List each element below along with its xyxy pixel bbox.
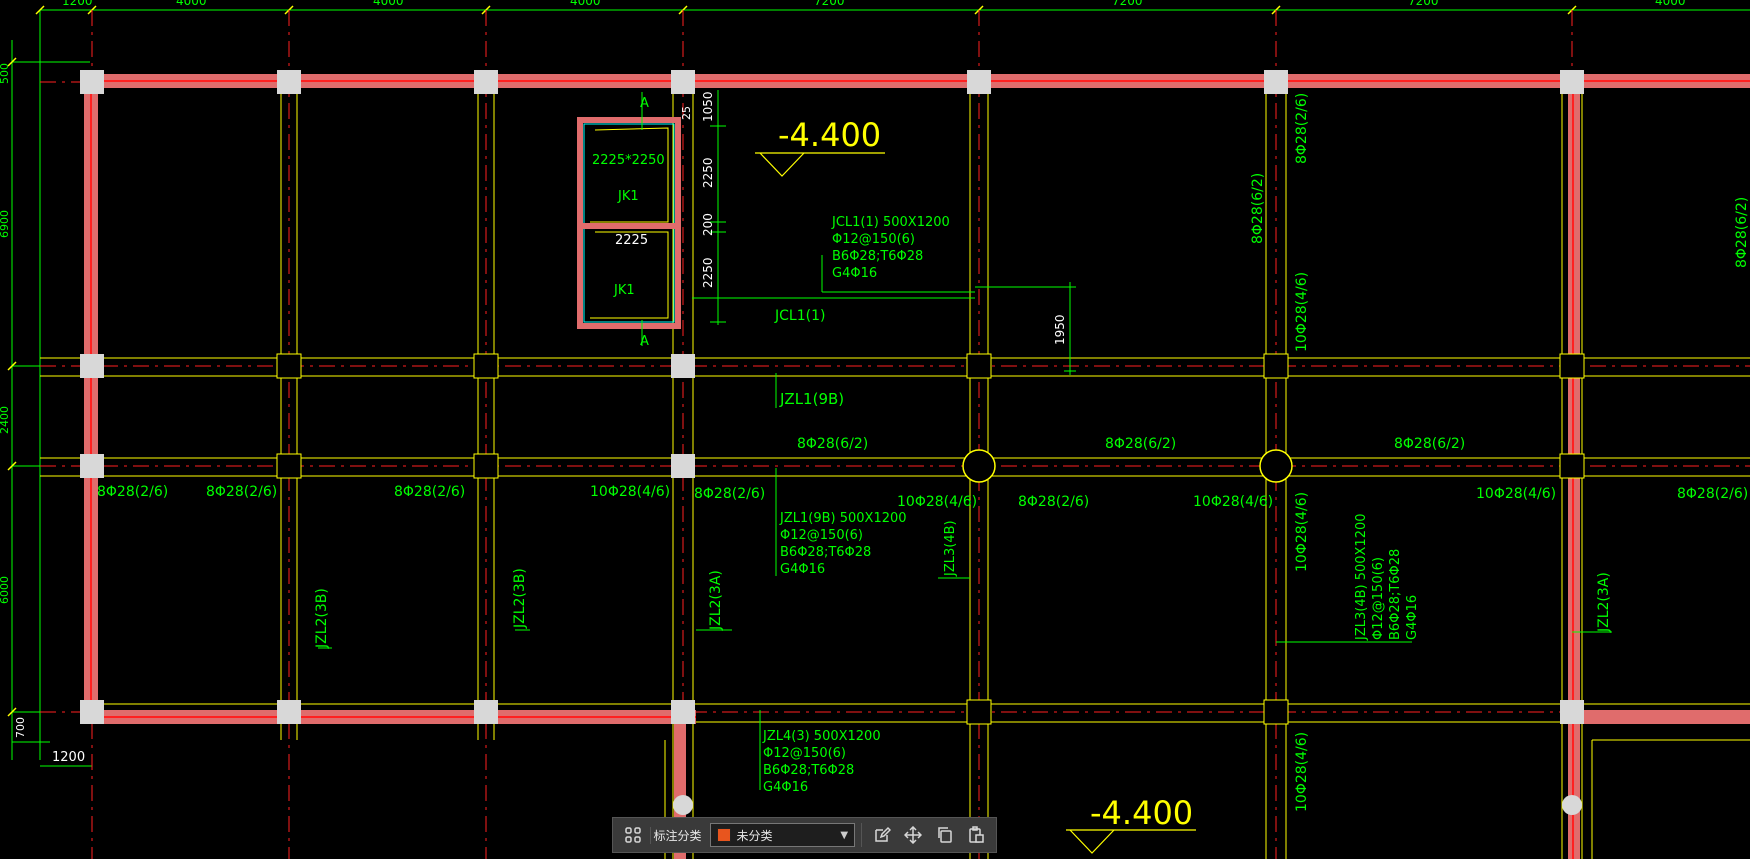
jzl4-title: JZL4(3) 500X1200 xyxy=(762,729,881,744)
rebar-mid-1: 8Φ28(6/2) xyxy=(797,436,868,452)
category-select[interactable]: 未分类 ▼ xyxy=(709,823,856,847)
move-icon[interactable] xyxy=(900,821,927,849)
toolbar-separator xyxy=(861,823,863,847)
jzl3-stirrup: Φ12@150(6) xyxy=(1371,557,1386,640)
left-dim-4: 6000 xyxy=(0,576,11,604)
edit-icon[interactable] xyxy=(868,821,895,849)
top-dim-7: 7200 xyxy=(1408,0,1439,8)
jzl3-side: G4Φ16 xyxy=(1405,595,1420,640)
top-dim-3: 4000 xyxy=(373,0,404,8)
grid-icon[interactable] xyxy=(619,821,646,849)
pit-jk1-label-b: JK1 xyxy=(613,283,635,298)
rebar-vert-1: 8Φ28(2/6) xyxy=(1294,93,1310,164)
left-dim-2: 6900 xyxy=(0,210,11,238)
category-label: 标注分类 xyxy=(650,826,705,844)
rebar-row-5: 8Φ28(2/6) xyxy=(694,486,765,502)
left-dim-3: 2400 xyxy=(0,406,11,434)
pit-dim-2250-a: 2250 xyxy=(701,157,715,188)
jzl3-bars: B6Φ28;T6Φ28 xyxy=(1388,549,1403,640)
annotation-toolbar: 标注分类 未分类 ▼ xyxy=(612,817,997,853)
jzl4-side: G4Φ16 xyxy=(763,780,808,795)
pit-section-mark-top: A xyxy=(640,96,649,111)
paste-icon[interactable] xyxy=(963,821,990,849)
jcl1-stirrup: Φ12@150(6) xyxy=(832,232,915,247)
top-dim-4: 4000 xyxy=(570,0,601,8)
jcl1-bars: B6Φ28;T6Φ28 xyxy=(832,249,923,264)
rebar-row-2: 8Φ28(2/6) xyxy=(206,484,277,500)
jzl1-title: JZL1(9B) 500X1200 xyxy=(779,511,907,526)
dim-1950: 1950 xyxy=(1053,314,1067,345)
top-dim-2: 4000 xyxy=(176,0,207,8)
rebar-row-6: 10Φ28(4/6) xyxy=(897,494,977,510)
category-color-swatch xyxy=(716,828,731,842)
pit-dim-1050: 1050 xyxy=(701,91,715,122)
bottom-dim: 1200 xyxy=(52,750,85,765)
jzl4-bars: B6Φ28;T6Φ28 xyxy=(763,763,854,778)
jzl1-stirrup: Φ12@150(6) xyxy=(780,528,863,543)
rebar-mid-3: 8Φ28(6/2) xyxy=(1394,436,1465,452)
rebar-row-7: 8Φ28(2/6) xyxy=(1018,494,1089,510)
pit-dim-200: 200 xyxy=(701,213,715,236)
pit-width-label: 2225 xyxy=(615,233,648,248)
copy-icon[interactable] xyxy=(931,821,958,849)
jcl1-title: JCL1(1) 500X1200 xyxy=(831,215,950,230)
rebar-row-3: 8Φ28(2/6) xyxy=(394,484,465,500)
rebar-row-8: 10Φ28(4/6) xyxy=(1193,494,1273,510)
pit-section-mark-bottom: A xyxy=(640,334,649,349)
jzl3-title: JZL3(4B) 500X1200 xyxy=(1354,513,1369,641)
left-dim-1: 500 xyxy=(0,63,11,84)
pit-jk1-label-a: JK1 xyxy=(617,189,639,204)
rebar-row-4: 10Φ28(4/6) xyxy=(590,484,670,500)
rebar-vert-4: 10Φ28(4/6) xyxy=(1294,492,1310,572)
jzl2-3b-tag-a: JZL2(3B) xyxy=(314,588,330,649)
pit-size-label: 2225*2250 xyxy=(592,153,665,168)
rebar-row-1: 8Φ28(2/6) xyxy=(97,484,168,500)
cad-drawing-canvas[interactable]: 1200 4000 4000 4000 7200 7200 7200 4000 … xyxy=(0,0,1750,859)
jzl4-stirrup: Φ12@150(6) xyxy=(763,746,846,761)
category-value: 未分类 xyxy=(736,828,773,843)
top-dim-1: 1200 xyxy=(62,0,93,8)
rebar-vert-6: 8Φ28(6/2) xyxy=(1734,197,1750,268)
elevation-label-bottom: -4.400 xyxy=(1090,794,1193,832)
top-dim-8: 4000 xyxy=(1655,0,1686,8)
jzl3-tag: JZL3(4B) xyxy=(943,520,958,577)
rebar-mid-2: 8Φ28(6/2) xyxy=(1105,436,1176,452)
jzl1-tag: JZL1(9B) xyxy=(779,390,844,408)
pit-dim-25: 25 xyxy=(680,106,693,120)
jcl1-tag: JCL1(1) xyxy=(774,308,825,324)
chevron-down-icon: ▼ xyxy=(840,829,849,841)
rebar-vert-3: 10Φ28(4/6) xyxy=(1294,272,1310,352)
top-dim-5: 7200 xyxy=(814,0,845,8)
rebar-row-9: 10Φ28(4/6) xyxy=(1476,486,1556,502)
pit-dim-2250-b: 2250 xyxy=(701,257,715,288)
jzl2-3b-tag-b: JZL2(3B) xyxy=(512,568,528,629)
top-dim-6: 7200 xyxy=(1112,0,1143,8)
jzl1-side: G4Φ16 xyxy=(780,562,825,577)
jzl2-3a-tag-a: JZL2(3A) xyxy=(708,570,724,631)
rebar-row-10: 8Φ28(2/6) xyxy=(1677,486,1748,502)
rebar-vert-2: 8Φ28(6/2) xyxy=(1250,173,1266,244)
jzl1-bars: B6Φ28;T6Φ28 xyxy=(780,545,871,560)
left-dim-5: 700 xyxy=(14,717,27,738)
jzl2-3a-tag-b: JZL2(3A) xyxy=(1596,572,1612,633)
jcl1-side: G4Φ16 xyxy=(832,266,877,281)
rebar-vert-5: 10Φ28(4/6) xyxy=(1294,732,1310,812)
elevation-label-top: -4.400 xyxy=(778,116,881,154)
